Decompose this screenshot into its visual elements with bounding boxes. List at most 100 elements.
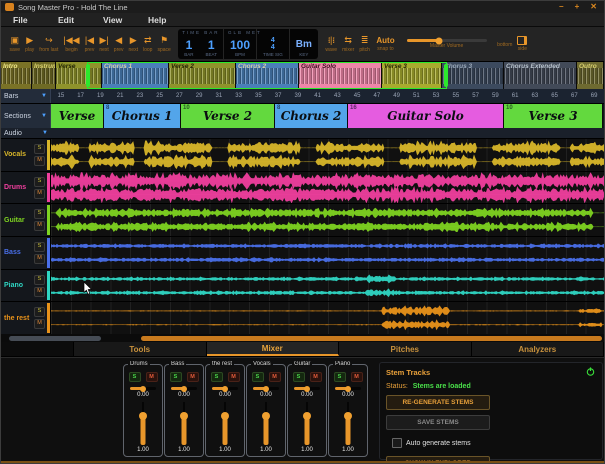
master-volume-knob[interactable]: [435, 37, 442, 44]
tempo-mode-labels[interactable]: GLB MET: [228, 30, 254, 35]
audio-group-header[interactable]: Audio▼: [1, 128, 604, 139]
regenerate-stems-button[interactable]: RE-GENERATE STEMS: [386, 395, 490, 410]
tab-mixer[interactable]: Mixer: [207, 342, 340, 356]
section-block[interactable]: 16Guitar Solo: [348, 104, 504, 128]
volume-knob[interactable]: [180, 412, 188, 420]
overview-segment[interactable]: Intro: [1, 62, 32, 89]
track-header-piano[interactable]: PianoSM: [1, 270, 51, 302]
track-header-guitar[interactable]: GuitarSM: [1, 204, 51, 236]
next-section-button[interactable]: ▶next: [129, 35, 138, 53]
volume-knob[interactable]: [139, 412, 147, 420]
pan-knob[interactable]: [263, 386, 269, 392]
window-titlebar[interactable]: Song Master Pro - Hold The Line – + ✕: [1, 1, 604, 13]
from-last-button[interactable]: ↪from last: [39, 35, 58, 53]
next-bar-button[interactable]: ▶|next: [99, 35, 108, 53]
track-waveform[interactable]: [51, 270, 604, 302]
mixer-mute-button[interactable]: M: [310, 372, 322, 382]
snap-to-dropdown[interactable]: Auto snap to: [376, 36, 394, 52]
section-block[interactable]: 8Chorus 2: [275, 104, 348, 128]
track-solo-button[interactable]: S: [34, 144, 45, 154]
track-waveform[interactable]: [51, 139, 604, 171]
begin-button[interactable]: |◀◀begin: [63, 35, 79, 53]
tab-analyzers[interactable]: Analyzers: [472, 342, 605, 356]
mixer-mute-button[interactable]: M: [187, 372, 199, 382]
track-solo-button[interactable]: S: [34, 177, 45, 187]
checkbox-icon[interactable]: [392, 438, 402, 448]
track-waveform[interactable]: [51, 204, 604, 236]
mixer-solo-button[interactable]: S: [170, 372, 182, 382]
volume-knob[interactable]: [262, 412, 270, 420]
volume-slider[interactable]: [124, 399, 162, 446]
track-solo-button[interactable]: S: [34, 209, 45, 219]
menu-item-help[interactable]: Help: [148, 15, 193, 25]
track-mute-button[interactable]: M: [34, 287, 45, 297]
wave-button[interactable]: ᎒|᎒wave: [325, 35, 337, 53]
section-block[interactable]: 10Verse 3: [504, 104, 603, 128]
track-waveform[interactable]: [51, 302, 604, 334]
overview-segment[interactable]: Instrumental: [32, 62, 56, 89]
timesig-display[interactable]: 4 4 TIME SIG: [257, 29, 289, 59]
pan-knob[interactable]: [140, 386, 146, 392]
track-waveform[interactable]: [51, 172, 604, 204]
menu-item-file[interactable]: File: [13, 15, 58, 25]
track-mute-button[interactable]: M: [34, 319, 45, 329]
track-header-bass[interactable]: BassSM: [1, 237, 51, 269]
tab-pitches[interactable]: Pitches: [339, 342, 472, 356]
track-header-the-rest[interactable]: the restSM: [1, 302, 51, 334]
menu-item-view[interactable]: View: [103, 15, 148, 25]
track-solo-button[interactable]: S: [34, 242, 45, 252]
save-stems-button[interactable]: SAVE STEMS: [386, 415, 490, 430]
volume-slider[interactable]: [329, 399, 367, 446]
close-button[interactable]: ✕: [590, 3, 597, 11]
track-mute-button[interactable]: M: [34, 254, 45, 264]
pan-slider[interactable]: [253, 387, 279, 390]
sections-row-header[interactable]: Sections▼: [1, 104, 51, 128]
pan-knob[interactable]: [345, 386, 351, 392]
pan-slider[interactable]: [335, 387, 361, 390]
mixer-button[interactable]: ⇆mixer: [342, 35, 354, 53]
track-mute-button[interactable]: M: [34, 156, 45, 166]
track-header-vocals[interactable]: VocalsSM: [1, 139, 51, 171]
track-mute-button[interactable]: M: [34, 221, 45, 231]
volume-knob[interactable]: [221, 412, 229, 420]
mixer-mute-button[interactable]: M: [146, 372, 158, 382]
track-mute-button[interactable]: M: [34, 189, 45, 199]
mixer-solo-button[interactable]: S: [293, 372, 305, 382]
volume-slider[interactable]: [247, 399, 285, 446]
view-region-right-handle[interactable]: [444, 64, 448, 87]
section-block[interactable]: 8Chorus 1: [104, 104, 181, 128]
track-solo-button[interactable]: S: [34, 307, 45, 317]
pan-slider[interactable]: [294, 387, 320, 390]
maximize-button[interactable]: +: [575, 3, 580, 11]
space-button[interactable]: ⚑space: [157, 35, 170, 53]
bars-row-header[interactable]: Bars▼: [1, 89, 51, 103]
mixer-solo-button[interactable]: S: [129, 372, 141, 382]
overview-segment[interactable]: Chorus 3: [442, 62, 504, 89]
overview-view-region[interactable]: [87, 62, 447, 89]
track-waveform[interactable]: [51, 237, 604, 269]
label-column-scrollbar-thumb[interactable]: [9, 336, 101, 341]
key-display[interactable]: Bm KEY: [290, 29, 318, 59]
timeline-scrollbar-thumb[interactable]: [141, 336, 602, 341]
auto-generate-stems-checkbox[interactable]: Auto generate stems: [392, 438, 596, 448]
bottom-button[interactable]: bottom: [497, 41, 512, 48]
side-button[interactable]: side: [517, 36, 527, 52]
section-block[interactable]: 10Verse 2: [181, 104, 275, 128]
overview-segment[interactable]: Chorus Extended: [504, 62, 577, 89]
track-solo-button[interactable]: S: [34, 275, 45, 285]
volume-knob[interactable]: [303, 412, 311, 420]
pitch-button[interactable]: ≣pitch: [359, 35, 370, 53]
pan-knob[interactable]: [222, 386, 228, 392]
mixer-mute-button[interactable]: M: [228, 372, 240, 382]
mixer-solo-button[interactable]: S: [211, 372, 223, 382]
section-block[interactable]: Verse: [51, 104, 104, 128]
overview-segment[interactable]: Outro: [577, 62, 604, 89]
volume-slider[interactable]: [165, 399, 203, 446]
volume-slider[interactable]: [288, 399, 326, 446]
track-header-drums[interactable]: DrumsSM: [1, 172, 51, 204]
power-icon[interactable]: [586, 367, 595, 376]
mixer-mute-button[interactable]: M: [351, 372, 363, 382]
mixer-solo-button[interactable]: S: [334, 372, 346, 382]
view-region-left-handle[interactable]: [86, 64, 90, 87]
prev-section-button[interactable]: ◀prev: [114, 35, 124, 53]
